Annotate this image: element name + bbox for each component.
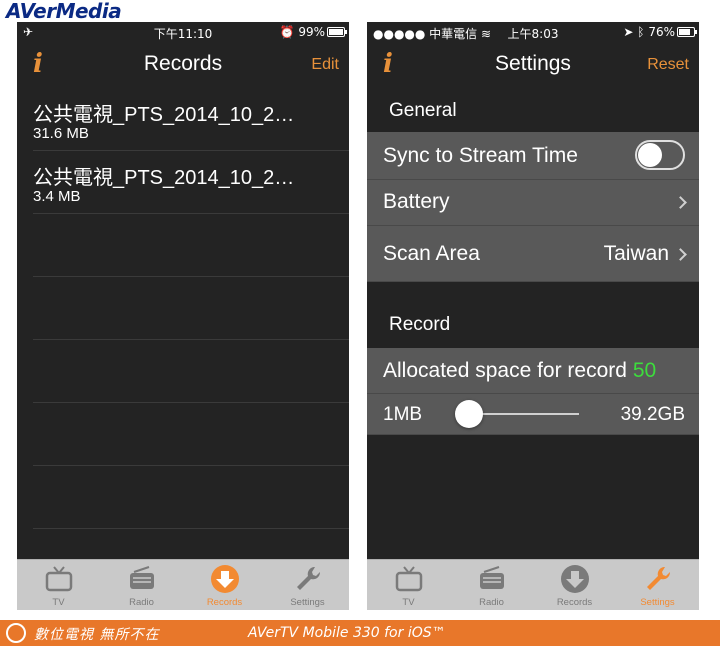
tab-label: Settings — [640, 597, 675, 608]
bluetooth-icon: ᛒ — [637, 25, 645, 39]
section-header-general: General — [389, 100, 457, 121]
wrench-icon — [646, 566, 670, 590]
slider-max-label: 39.2GB — [620, 404, 685, 425]
scan-area-value: Taiwan — [603, 242, 669, 265]
status-bar: ●●●●● 中華電信 ≋ 上午8:03 ➤ ᛒ 76% — [367, 22, 699, 42]
tab-radio[interactable]: Radio — [450, 560, 533, 610]
records-download-icon — [210, 565, 239, 593]
empty-row — [33, 214, 349, 277]
tab-bar: TV Radio Records Settings — [367, 559, 699, 610]
list-item[interactable]: 公共電視_PTS_2014_10_2… 31.6 MB — [33, 88, 349, 151]
records-screen: ✈ 下午11:10 ⏰ 99% i Records Edit 公共電視_PTS_… — [17, 22, 349, 610]
section-header-record: Record — [389, 314, 451, 335]
slider-min-label: 1MB — [383, 404, 423, 425]
record-name: 公共電視_PTS_2014_10_2… — [33, 104, 295, 126]
allocated-value: 50 — [632, 359, 657, 382]
record-name: 公共電視_PTS_2014_10_2… — [33, 167, 295, 189]
footer-banner: 數位電視 無所不在 AVerTV Mobile 330 for iOS™ — [0, 620, 720, 646]
settings-screen: ●●●●● 中華電信 ≋ 上午8:03 ➤ ᛒ 76% i Settings R… — [367, 22, 699, 610]
empty-row — [33, 340, 349, 403]
records-download-icon — [560, 565, 589, 593]
location-icon: ➤ — [623, 25, 634, 39]
alarm-icon: ⏰ — [279, 25, 295, 39]
tab-label: Radio — [479, 597, 504, 608]
tv-icon — [45, 566, 72, 592]
chevron-right-icon — [674, 248, 687, 261]
tab-label: Radio — [129, 597, 154, 608]
empty-row — [33, 403, 349, 466]
slider-row: 1MB 39.2GB — [367, 394, 699, 435]
record-size: 31.6 MB — [33, 125, 89, 142]
battery-icon — [677, 27, 697, 37]
tab-radio[interactable]: Radio — [100, 560, 183, 610]
sync-label: Sync to Stream Time — [383, 144, 578, 167]
status-bar: ✈ 下午11:10 ⏰ 99% — [17, 22, 349, 42]
tab-settings[interactable]: Settings — [616, 560, 699, 610]
page-title: Records — [143, 52, 223, 75]
allocated-label: Allocated space for record — [383, 359, 627, 382]
footer-product: AVerTV Mobile 330 for iOS™ — [248, 625, 446, 641]
toggle-knob — [638, 143, 662, 167]
sync-toggle[interactable] — [635, 140, 685, 170]
battery-row[interactable]: Battery — [367, 180, 699, 226]
empty-row — [33, 277, 349, 340]
tv-icon — [395, 566, 422, 592]
chevron-right-icon — [674, 196, 687, 209]
battery-percent: 76% — [648, 25, 675, 39]
wrench-icon — [296, 566, 320, 590]
battery-percent: 99% — [298, 25, 325, 39]
tab-tv[interactable]: TV — [17, 560, 100, 610]
edit-button[interactable]: Edit — [311, 56, 339, 74]
radio-icon — [129, 566, 154, 589]
battery-icon — [327, 27, 347, 37]
allocated-space-row: Allocated space for record 50 — [367, 348, 699, 394]
tab-records[interactable]: Records — [183, 560, 266, 610]
brand-swirl-icon — [6, 623, 26, 643]
slider-knob[interactable] — [455, 400, 484, 428]
scan-area-label: Scan Area — [383, 242, 480, 265]
nav-bar: i Records Edit — [17, 42, 349, 88]
tab-settings[interactable]: Settings — [266, 560, 349, 610]
tab-label: Records — [556, 597, 593, 608]
footer-slogan: 數位電視 無所不在 — [34, 627, 160, 643]
tab-label: Settings — [290, 597, 325, 608]
tab-label: TV — [52, 597, 65, 608]
battery-label: Battery — [383, 190, 450, 213]
scan-area-row[interactable]: Scan Area Taiwan — [367, 226, 699, 282]
list-item[interactable]: 公共電視_PTS_2014_10_2… 3.4 MB — [33, 151, 349, 214]
sync-stream-time-row: Sync to Stream Time — [367, 132, 699, 180]
tab-label: Records — [206, 597, 243, 608]
nav-bar: i Settings Reset — [367, 42, 699, 88]
tab-tv[interactable]: TV — [367, 560, 450, 610]
tab-label: TV — [402, 597, 415, 608]
radio-icon — [479, 566, 504, 589]
empty-row — [33, 466, 349, 529]
reset-button[interactable]: Reset — [647, 56, 689, 74]
avermedia-logo: AVerMedia — [6, 0, 122, 23]
record-size: 3.4 MB — [33, 188, 81, 205]
tab-records[interactable]: Records — [533, 560, 616, 610]
records-list: 公共電視_PTS_2014_10_2… 31.6 MB 公共電視_PTS_201… — [17, 88, 349, 529]
tab-bar: TV Radio Records Settings — [17, 559, 349, 610]
